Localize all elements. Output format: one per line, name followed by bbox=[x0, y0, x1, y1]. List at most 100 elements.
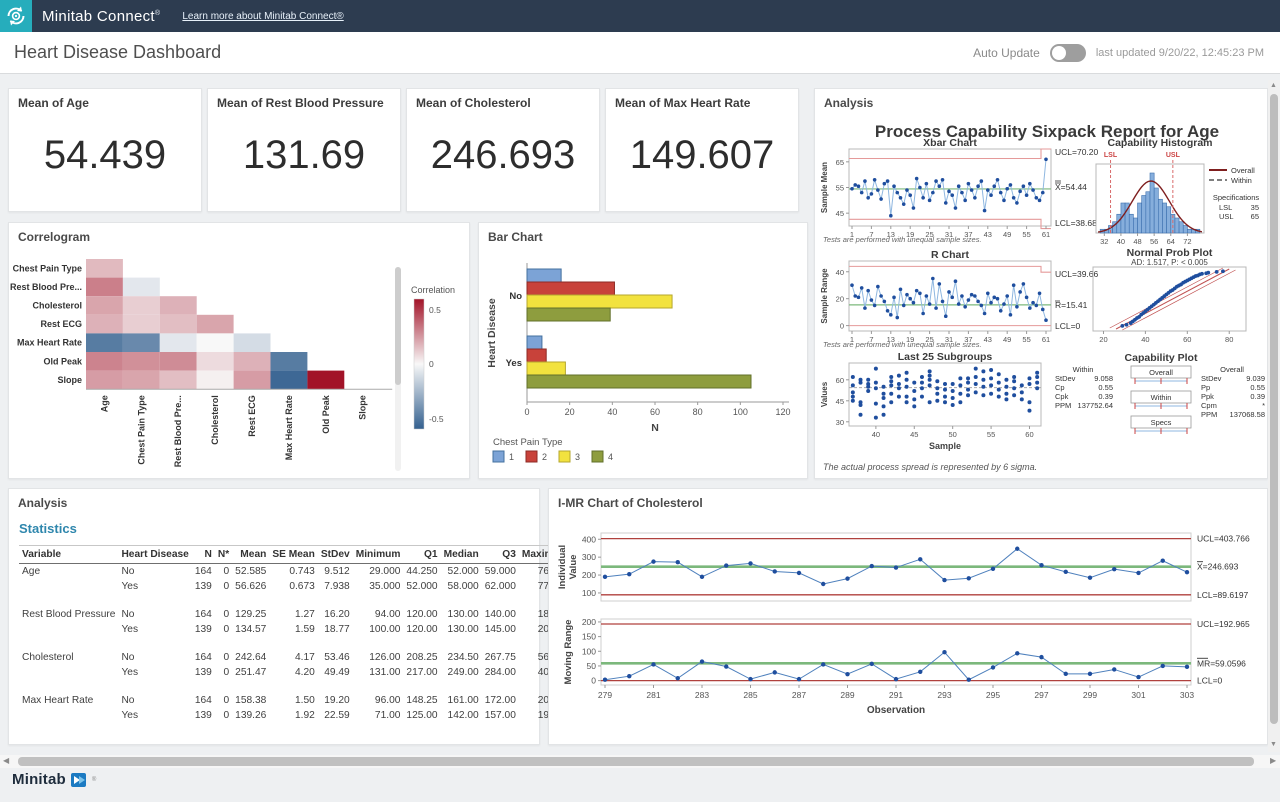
table-cell: 130.00 bbox=[441, 607, 482, 622]
table-cell: 139 bbox=[192, 622, 215, 637]
svg-text:Rest ECG: Rest ECG bbox=[247, 395, 257, 437]
sync-gear-icon bbox=[4, 4, 28, 28]
table-cell: 120.00 bbox=[403, 607, 440, 622]
svg-text:80: 80 bbox=[693, 407, 703, 417]
svg-text:R Chart: R Chart bbox=[931, 249, 969, 261]
svg-text:LCL=0: LCL=0 bbox=[1055, 321, 1081, 331]
svg-text:Rest ECG: Rest ECG bbox=[40, 319, 82, 329]
column-header: Q1 bbox=[403, 546, 440, 564]
minitab-connect-sync-icon[interactable] bbox=[0, 0, 32, 32]
svg-text:Overall: Overall bbox=[1149, 368, 1173, 377]
table-cell: 267.75 bbox=[482, 650, 519, 665]
kpi-title: Mean of Cholesterol bbox=[416, 96, 531, 110]
svg-text:0: 0 bbox=[429, 359, 434, 369]
svg-text:Value: Value bbox=[568, 555, 579, 580]
svg-text:Heart Disease: Heart Disease bbox=[486, 298, 498, 368]
table-cell: 164 bbox=[192, 693, 215, 708]
svg-text:Cpk: Cpk bbox=[1055, 392, 1069, 401]
svg-text:Slope: Slope bbox=[358, 395, 368, 420]
kpi-title: Mean of Rest Blood Pressure bbox=[217, 96, 384, 110]
table-cell: Yes bbox=[118, 708, 191, 723]
svg-text:2: 2 bbox=[542, 452, 547, 462]
svg-text:20: 20 bbox=[565, 407, 575, 417]
kpi-card-mean-cholesterol: Mean of Cholesterol 246.693 bbox=[406, 88, 600, 212]
table-cell: 172.00 bbox=[482, 693, 519, 708]
svg-text:*: * bbox=[1262, 401, 1265, 410]
table-cell: 52.585 bbox=[232, 564, 269, 580]
svg-text:Max Heart Rate: Max Heart Rate bbox=[284, 395, 294, 460]
svg-text:60: 60 bbox=[1183, 335, 1191, 344]
svg-text:1: 1 bbox=[509, 452, 514, 462]
table-cell: 139 bbox=[192, 665, 215, 680]
table-row: Rest Blood PressureNo1640129.251.2716.20… bbox=[19, 607, 572, 622]
svg-text:PPM: PPM bbox=[1201, 410, 1217, 419]
svg-text:Within: Within bbox=[1151, 393, 1172, 402]
column-header: Median bbox=[441, 546, 482, 564]
column-header: Heart Disease bbox=[118, 546, 191, 564]
column-header: Variable bbox=[19, 546, 118, 564]
scroll-up-icon[interactable]: ▲ bbox=[1270, 82, 1277, 89]
table-row: Yes1390251.474.2049.49131.00217.00249.00… bbox=[19, 665, 572, 680]
svg-text:Age: Age bbox=[99, 395, 109, 412]
table-cell: 0 bbox=[215, 693, 232, 708]
svg-text:283: 283 bbox=[695, 690, 709, 700]
svg-text:Correlation: Correlation bbox=[411, 285, 455, 295]
panel-title: Analysis bbox=[824, 96, 873, 110]
svg-text:43: 43 bbox=[984, 335, 992, 344]
dashboard-header: Heart Disease Dashboard Auto Update last… bbox=[0, 32, 1280, 74]
scroll-down-icon[interactable]: ▼ bbox=[1270, 741, 1277, 748]
svg-text:55: 55 bbox=[987, 430, 995, 439]
table-cell: 217.00 bbox=[403, 665, 440, 680]
svg-text:60: 60 bbox=[836, 376, 844, 385]
svg-text:55: 55 bbox=[836, 184, 844, 193]
table-cell: 71.00 bbox=[353, 708, 404, 723]
heart-disease-bar-chart: 020406080100120NHeart DiseaseNoYesChest … bbox=[479, 223, 805, 476]
table-cell: No bbox=[118, 564, 191, 580]
vertical-scrollbar-thumb[interactable] bbox=[1270, 94, 1278, 724]
scroll-left-icon[interactable]: ◀ bbox=[3, 756, 9, 765]
svg-text:Max Heart Rate: Max Heart Rate bbox=[17, 338, 82, 348]
table-cell: 53.46 bbox=[318, 650, 353, 665]
table-cell: 126.00 bbox=[353, 650, 404, 665]
table-cell bbox=[19, 622, 118, 637]
table-cell: 157.00 bbox=[482, 708, 519, 723]
svg-text:LCL=0: LCL=0 bbox=[1197, 676, 1223, 686]
table-cell: 130.00 bbox=[441, 622, 482, 637]
svg-text:32: 32 bbox=[1100, 237, 1108, 246]
panel-title: Analysis bbox=[18, 496, 67, 510]
svg-text:50: 50 bbox=[587, 661, 597, 671]
learn-more-link[interactable]: Learn more about Minitab Connect® bbox=[182, 11, 343, 22]
horizontal-scrollbar-thumb[interactable] bbox=[18, 757, 1254, 766]
table-cell bbox=[19, 708, 118, 723]
horizontal-scrollbar[interactable]: ◀ ▶ bbox=[0, 755, 1280, 768]
scroll-right-icon[interactable]: ▶ bbox=[1270, 756, 1276, 765]
auto-update-toggle[interactable] bbox=[1050, 44, 1086, 62]
svg-text:49: 49 bbox=[1003, 230, 1011, 239]
footer-brand-text: Minitab bbox=[12, 771, 66, 788]
table-cell: 94.00 bbox=[353, 607, 404, 622]
process-capability-sixpack-chart: Process Capability Sixpack Report for Ag… bbox=[815, 89, 1267, 478]
table-cell: 29.000 bbox=[353, 564, 404, 580]
table-cell: 62.000 bbox=[482, 579, 519, 594]
kpi-card-mean-age: Mean of Age 54.439 bbox=[8, 88, 202, 212]
svg-text:Sample Range: Sample Range bbox=[820, 268, 829, 324]
table-cell: 164 bbox=[192, 607, 215, 622]
svg-text:USL: USL bbox=[1166, 152, 1181, 159]
imr-chart-panel: I-MR Chart of Cholesterol 100200300400In… bbox=[548, 488, 1268, 745]
svg-text:60: 60 bbox=[1025, 430, 1033, 439]
svg-text:Within: Within bbox=[1231, 176, 1252, 185]
brand-name: Minitab Connect® bbox=[42, 8, 160, 25]
vertical-scrollbar[interactable]: ▲ ▼ bbox=[1268, 80, 1280, 752]
svg-text:40: 40 bbox=[872, 430, 880, 439]
table-row: AgeNo164052.5850.7439.51229.00044.25052.… bbox=[19, 564, 572, 580]
svg-text:48: 48 bbox=[1133, 237, 1141, 246]
svg-text:0.55: 0.55 bbox=[1250, 383, 1265, 392]
table-cell: 0 bbox=[215, 564, 232, 580]
svg-text:301: 301 bbox=[1131, 690, 1145, 700]
svg-text:USL: USL bbox=[1219, 212, 1234, 221]
svg-text:299: 299 bbox=[1083, 690, 1097, 700]
table-cell bbox=[19, 579, 118, 594]
svg-text:72: 72 bbox=[1183, 237, 1191, 246]
table-cell: No bbox=[118, 607, 191, 622]
table-cell: 44.250 bbox=[403, 564, 440, 580]
